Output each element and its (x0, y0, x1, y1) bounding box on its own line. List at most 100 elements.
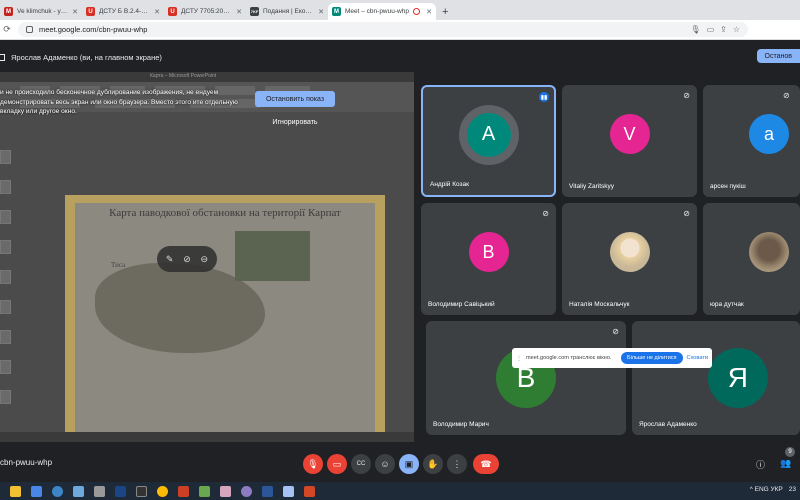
file-explorer-icon[interactable] (10, 485, 21, 497)
drag-handle-icon[interactable]: ⋮ (516, 355, 522, 362)
captions-button[interactable]: CC (351, 454, 371, 474)
stop-sharing-button[interactable]: Більше не ділитися (620, 352, 683, 364)
meet-controls-bar: cbn-pwuu-whp 🎙 ▭ CC ☺ ▣ ✋ ⋮ ☎ ⓘ 👥 9 (0, 447, 800, 478)
mic-muted-icon: ⊘ (683, 91, 690, 100)
info-icon[interactable]: ⓘ (756, 458, 765, 471)
meeting-code: cbn-pwuu-whp (0, 458, 53, 467)
pdf-icon[interactable] (178, 485, 189, 497)
present-button[interactable]: ▣ (399, 454, 419, 474)
edge-icon[interactable] (52, 485, 63, 497)
warning-ignore-button[interactable]: Игнорировать (255, 114, 335, 130)
app-icon[interactable] (220, 485, 231, 497)
close-tab-icon[interactable]: ✕ (236, 8, 242, 16)
app-icon[interactable] (94, 485, 105, 497)
camera-toggle-button[interactable]: ▭ (327, 454, 347, 474)
close-tab-icon[interactable]: ✕ (154, 8, 160, 16)
reactions-button[interactable]: ☺ (375, 454, 395, 474)
gmail-icon: M (4, 7, 13, 16)
store-icon[interactable] (31, 485, 42, 497)
app-icon[interactable] (283, 485, 294, 497)
tab-title: ДСТУ Б В.2.4-6:2012 Споруди (99, 8, 151, 15)
app-icon[interactable] (136, 485, 147, 497)
url-text[interactable]: meet.google.com/cbn-pwuu-whp (39, 25, 684, 34)
hand-icon: ✋ (427, 458, 439, 469)
avatar: V (609, 114, 650, 155)
browser-tab-active[interactable]: M Meet – cbn-pwuu-whp ✕ (328, 3, 436, 20)
url-bar[interactable]: meet.google.com/cbn-pwuu-whp 🎙 ▭ ⇪ ☆ (18, 22, 748, 37)
ppt-titlebar: Карта – Microsoft PowerPoint (0, 72, 414, 82)
camera-icon[interactable]: ▭ (707, 25, 715, 34)
participant-name: арсен пукіш (710, 183, 746, 190)
hide-notice-button[interactable]: Сховати (687, 355, 708, 361)
bookmark-star-icon[interactable]: ☆ (733, 25, 740, 34)
tab-title: Ve klimchuk - yanad1964@ (17, 8, 68, 15)
mic-muted-icon: ⊘ (683, 209, 690, 218)
close-tab-icon[interactable]: ✕ (318, 8, 324, 16)
viber-icon[interactable] (241, 485, 252, 497)
tray-text[interactable]: ^ ENG УКР (750, 486, 783, 493)
participant-tile[interactable]: B ⊘ Володимир Марич (426, 321, 626, 435)
lock-icon[interactable] (26, 26, 33, 33)
microphone-icon[interactable]: 🎙 (690, 25, 700, 34)
save-icon[interactable] (115, 485, 126, 497)
clock[interactable]: 23 (789, 486, 796, 493)
avatar: B (468, 232, 509, 273)
participant-tile[interactable]: V ⊘ Vitaliy Zaritskyy (562, 85, 697, 197)
warning-stop-button[interactable]: Остановить показ (255, 91, 335, 107)
mirror-warning-text: и не происходило бесконечное дублировани… (0, 89, 238, 115)
mic-muted-icon: ⊘ (783, 91, 790, 100)
pen-off-icon[interactable]: ⊘ (181, 253, 193, 265)
shared-screen-view: Карта – Microsoft PowerPoint Карта павод… (0, 72, 414, 442)
chrome-icon[interactable] (157, 485, 168, 497)
pointer-icon[interactable]: ✎ (164, 253, 176, 265)
reload-icon[interactable]: ⟳ (0, 24, 14, 35)
recording-icon (413, 8, 421, 15)
browser-tab[interactable]: U ДСТУ Б В.2.4-6:2012 Споруди ✕ (82, 3, 164, 20)
more-options-button[interactable]: ⋮ (447, 454, 467, 474)
participant-name: Vitaliy Zaritskyy (569, 183, 615, 190)
mic-muted-icon: ⊘ (542, 209, 549, 218)
avatar: Я (707, 348, 768, 408)
participant-tile[interactable]: A ▮▮ Андрій Козак (421, 85, 556, 197)
participant-tile[interactable]: B ⊘ Володимир Савіцький (421, 203, 556, 315)
participant-tile[interactable]: юра дутчак (703, 203, 800, 315)
participant-tile[interactable]: Я Ярослав Адаменко (632, 321, 800, 435)
browser-tab[interactable]: U ДСТУ 7705:2015 Захист довкіл ✕ (164, 3, 246, 20)
participant-tile[interactable]: ⊘ Наталія Москальчук (562, 203, 697, 315)
map-legend: Тиса (111, 261, 126, 269)
minus-icon[interactable]: ⊖ (198, 253, 210, 265)
mic-toggle-button[interactable]: 🎙 (303, 454, 323, 474)
more-vert-icon: ⋮ (452, 458, 462, 469)
leave-call-button[interactable]: ☎ (473, 454, 499, 474)
people-icon[interactable]: 👥 (780, 458, 791, 469)
word-icon[interactable] (262, 485, 273, 497)
hangup-icon: ☎ (480, 458, 492, 469)
raise-hand-button[interactable]: ✋ (423, 454, 443, 474)
close-tab-icon[interactable]: ✕ (72, 8, 78, 16)
map-photo (235, 231, 310, 281)
site-icon: 7KF (250, 7, 259, 16)
slide-canvas: Карта паводкової обстановки на території… (65, 195, 385, 442)
participant-tile[interactable]: a ⊘ арсен пукіш (703, 85, 800, 197)
avatar: a (748, 114, 789, 155)
browser-tab[interactable]: M Ve klimchuk - yanad1964@ ✕ (0, 3, 82, 20)
mic-muted-icon: ⊘ (612, 327, 619, 336)
document-icon: U (168, 7, 177, 16)
close-tab-icon[interactable]: ✕ (426, 8, 432, 16)
browser-tab[interactable]: 7KF Подання | Екологічна безпек ✕ (246, 3, 328, 20)
slide-title: Карта паводкової обстановки на території… (109, 207, 341, 219)
powerpoint-icon[interactable] (304, 485, 315, 497)
present-icon: ▣ (404, 458, 414, 469)
mic-off-icon: 🎙 (307, 458, 319, 469)
app-icon[interactable] (199, 485, 210, 497)
participant-name: Володимир Савіцький (428, 301, 495, 308)
mail-icon[interactable] (73, 485, 84, 497)
participant-name: Наталія Москальчук (569, 301, 630, 308)
new-tab-button[interactable]: + (436, 3, 454, 20)
share-icon[interactable]: ⇪ (720, 25, 727, 34)
stop-presenting-button[interactable]: Останов (756, 49, 800, 63)
meet-icon: M (332, 7, 341, 16)
participant-name: Володимир Марич (433, 421, 489, 428)
presenting-header: Ярослав Адаменко (ви, на главном экране)… (0, 48, 800, 66)
slide-thumbnails (0, 132, 12, 432)
